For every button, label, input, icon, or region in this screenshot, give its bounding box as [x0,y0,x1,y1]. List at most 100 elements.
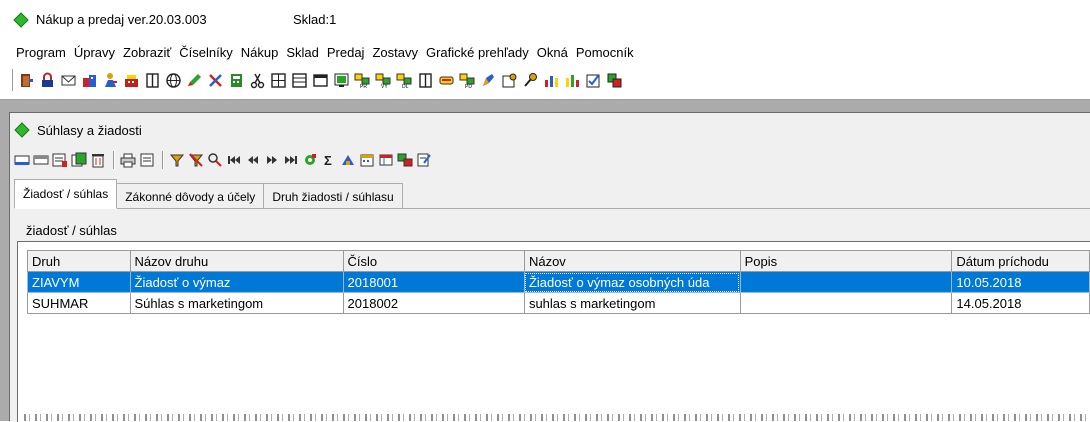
note-edit-icon[interactable] [416,152,432,168]
status-strip [24,414,1090,421]
exit-door-icon[interactable] [18,72,35,89]
cell-nazov-druhu[interactable]: Žiadosť o výmaz [129,271,344,293]
tab-druh-ziadosti[interactable]: Druh žiadosti / súhlasu [263,183,403,209]
calendar-icon[interactable] [359,152,375,168]
col-druh[interactable]: Druh [27,250,131,272]
records-grid: Druh Názov druhu Číslo Názov Popis Dátum… [27,250,1090,314]
checklist-icon[interactable] [585,72,602,89]
search-icon[interactable] [207,152,223,168]
building-icon[interactable] [81,72,98,89]
record-copy-icon[interactable] [71,152,87,168]
menu-upravy[interactable]: Úpravy [74,45,115,60]
record-edit-icon[interactable] [52,152,68,168]
table-row[interactable]: SUHMAR Súhlas s marketingom 2018002 suhl… [27,292,1090,314]
chart2-icon[interactable] [564,72,581,89]
cell-cislo[interactable]: 2018001 [342,271,525,293]
cash-register-icon[interactable] [123,72,140,89]
menu-pomocnik[interactable]: Pomocník [576,45,634,60]
transfer-dl-icon[interactable]: DL [396,72,413,89]
tab-zakonne-dovody[interactable]: Zákonné dôvody a účely [116,183,265,209]
grid-icon[interactable] [270,72,287,89]
window-icon[interactable] [312,72,329,89]
last-record-icon[interactable] [283,152,299,168]
settings-icon[interactable] [501,72,518,89]
transfer-pd-icon[interactable]: PD [459,72,476,89]
cell-druh[interactable]: ZIAVYM [27,271,131,293]
calculator-icon[interactable] [228,72,245,89]
printer-icon[interactable] [120,152,136,168]
export-icon[interactable] [340,152,356,168]
cell-popis[interactable] [739,271,953,293]
lock-icon[interactable] [39,72,56,89]
next-record-icon[interactable] [264,152,280,168]
chart-icon[interactable] [543,72,560,89]
svg-text:PR: PR [360,84,367,89]
menu-predaj[interactable]: Predaj [327,45,365,60]
menu-sklad[interactable]: Sklad [286,45,319,60]
trash-icon[interactable] [90,152,106,168]
scissors-icon[interactable] [249,72,266,89]
col-nazov[interactable]: Názov [523,250,741,272]
mail-icon[interactable] [60,72,77,89]
person-icon[interactable] [102,72,119,89]
app-diamond-icon [13,12,29,28]
menu-okna[interactable]: Okná [537,45,568,60]
main-toolbar: PR VY DL PD [10,64,1090,96]
cell-druh[interactable]: SUHMAR [27,292,131,314]
prev-record-icon[interactable] [245,152,261,168]
window-title: Nákup a predaj ver.20.03.003 [36,12,207,27]
paint-icon[interactable] [480,72,497,89]
col-popis[interactable]: Popis [739,250,953,272]
child-toolbar: Σ [14,149,1084,171]
sum-icon[interactable]: Σ [321,152,337,168]
table-row[interactable]: ZIAVYM Žiadosť o výmaz 2018001 Žiadosť o… [27,271,1090,293]
list-icon[interactable] [291,72,308,89]
child-title-bar: Súhlasy a žiadosti [10,113,1090,147]
col-cislo[interactable]: Číslo [342,250,525,272]
record-append-icon[interactable] [33,152,49,168]
transfer-vy-icon[interactable]: VY [375,72,392,89]
filter-clear-icon[interactable] [188,152,204,168]
svg-text:VY: VY [381,84,388,89]
cell-nazov-druhu[interactable]: Súhlas s marketingom [129,292,344,314]
toolbar-grip [12,69,14,91]
transfer-pr-icon[interactable]: PR [354,72,371,89]
menu-zostavy[interactable]: Zostavy [372,45,418,60]
book-icon[interactable] [144,72,161,89]
cell-nazov[interactable]: Žiadosť o výmaz osobných úda [523,271,741,293]
record-insert-icon[interactable] [14,152,30,168]
card-reader-icon[interactable] [438,72,455,89]
warehouse-label: Sklad:1 [293,12,337,27]
filter-icon[interactable] [169,152,185,168]
first-record-icon[interactable] [226,152,242,168]
screen-icon[interactable] [333,72,350,89]
menu-ciselniky[interactable]: Číselníky [179,45,232,60]
col-datum-prichodu[interactable]: Dátum príchodu [951,250,1090,272]
globe-icon[interactable] [165,72,182,89]
cell-cislo[interactable]: 2018002 [342,292,525,314]
tab-baseline [14,208,1090,209]
menu-nakup[interactable]: Nákup [241,45,279,60]
col-nazov-druhu[interactable]: Názov druhu [129,250,344,272]
cell-nazov[interactable]: suhlas s marketingom [523,292,741,314]
key-icon[interactable] [522,72,539,89]
table-tool-icon[interactable] [378,152,394,168]
cell-popis[interactable] [739,292,953,314]
svg-text:DL: DL [402,84,409,89]
toolbar-separator [162,151,164,169]
pencil-icon[interactable] [186,72,203,89]
refresh-icon[interactable] [302,152,318,168]
svg-text:Σ: Σ [324,153,332,168]
menu-graficke-prehlady[interactable]: Grafické prehľady [426,45,529,60]
cascade-icon[interactable] [606,72,623,89]
book-open-icon[interactable] [417,72,434,89]
cell-datum-prichodu[interactable]: 14.05.2018 [951,292,1090,314]
menu-program[interactable]: Program [16,45,66,60]
windows-icon[interactable] [397,152,413,168]
preview-icon[interactable] [139,152,155,168]
cell-datum-prichodu[interactable]: 10.05.2018 [951,271,1090,293]
menu-bar: Program Úpravy Zobraziť Číselníky Nákup … [0,40,1090,64]
tab-ziadost-suhlas[interactable]: Žiadosť / súhlas [14,179,118,209]
menu-zobrazit[interactable]: Zobraziť [123,45,171,60]
tools-icon[interactable] [207,72,224,89]
